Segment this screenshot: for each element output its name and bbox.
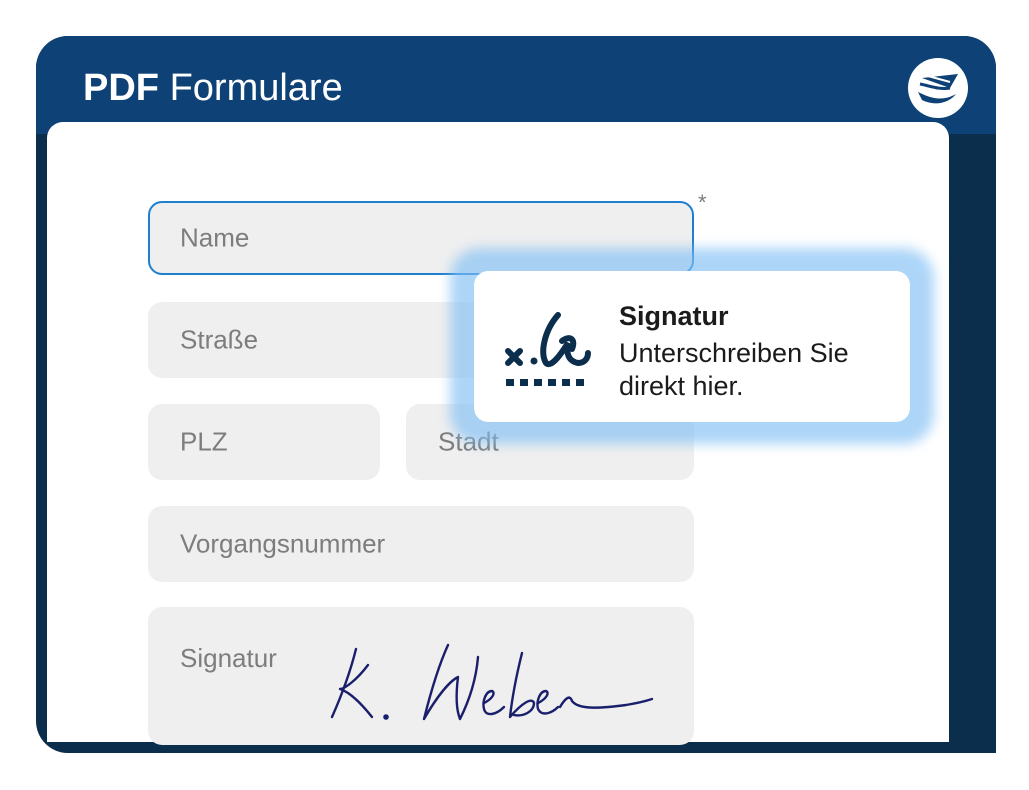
signature-field[interactable]: Signatur (148, 607, 694, 745)
zip-placeholder: PLZ (180, 426, 228, 457)
required-marker: * (698, 190, 707, 215)
street-placeholder: Straße (180, 324, 259, 355)
app-title: PDF Formulare (83, 66, 343, 110)
case-number-field[interactable]: Vorgangsnummer (148, 506, 694, 582)
app-title-bold: PDF (83, 67, 159, 109)
zip-field[interactable]: PLZ (148, 404, 380, 480)
tooltip-text: Unterschreiben Sie direkt hier. (619, 338, 849, 401)
tooltip-title: Signatur (619, 301, 729, 331)
signature-icon (505, 312, 591, 386)
app-title-rest: Formulare (169, 67, 343, 109)
paper-plane-logo-icon (908, 58, 968, 118)
name-placeholder: Name (180, 222, 250, 253)
case-number-placeholder: Vorgangsnummer (180, 528, 386, 559)
signature-tooltip: Signatur Unterschreiben Sie direkt hier. (474, 271, 910, 422)
handwritten-signature (330, 643, 654, 721)
title-bar: PDF Formulare (36, 36, 996, 134)
signature-label: Signatur (180, 643, 277, 673)
